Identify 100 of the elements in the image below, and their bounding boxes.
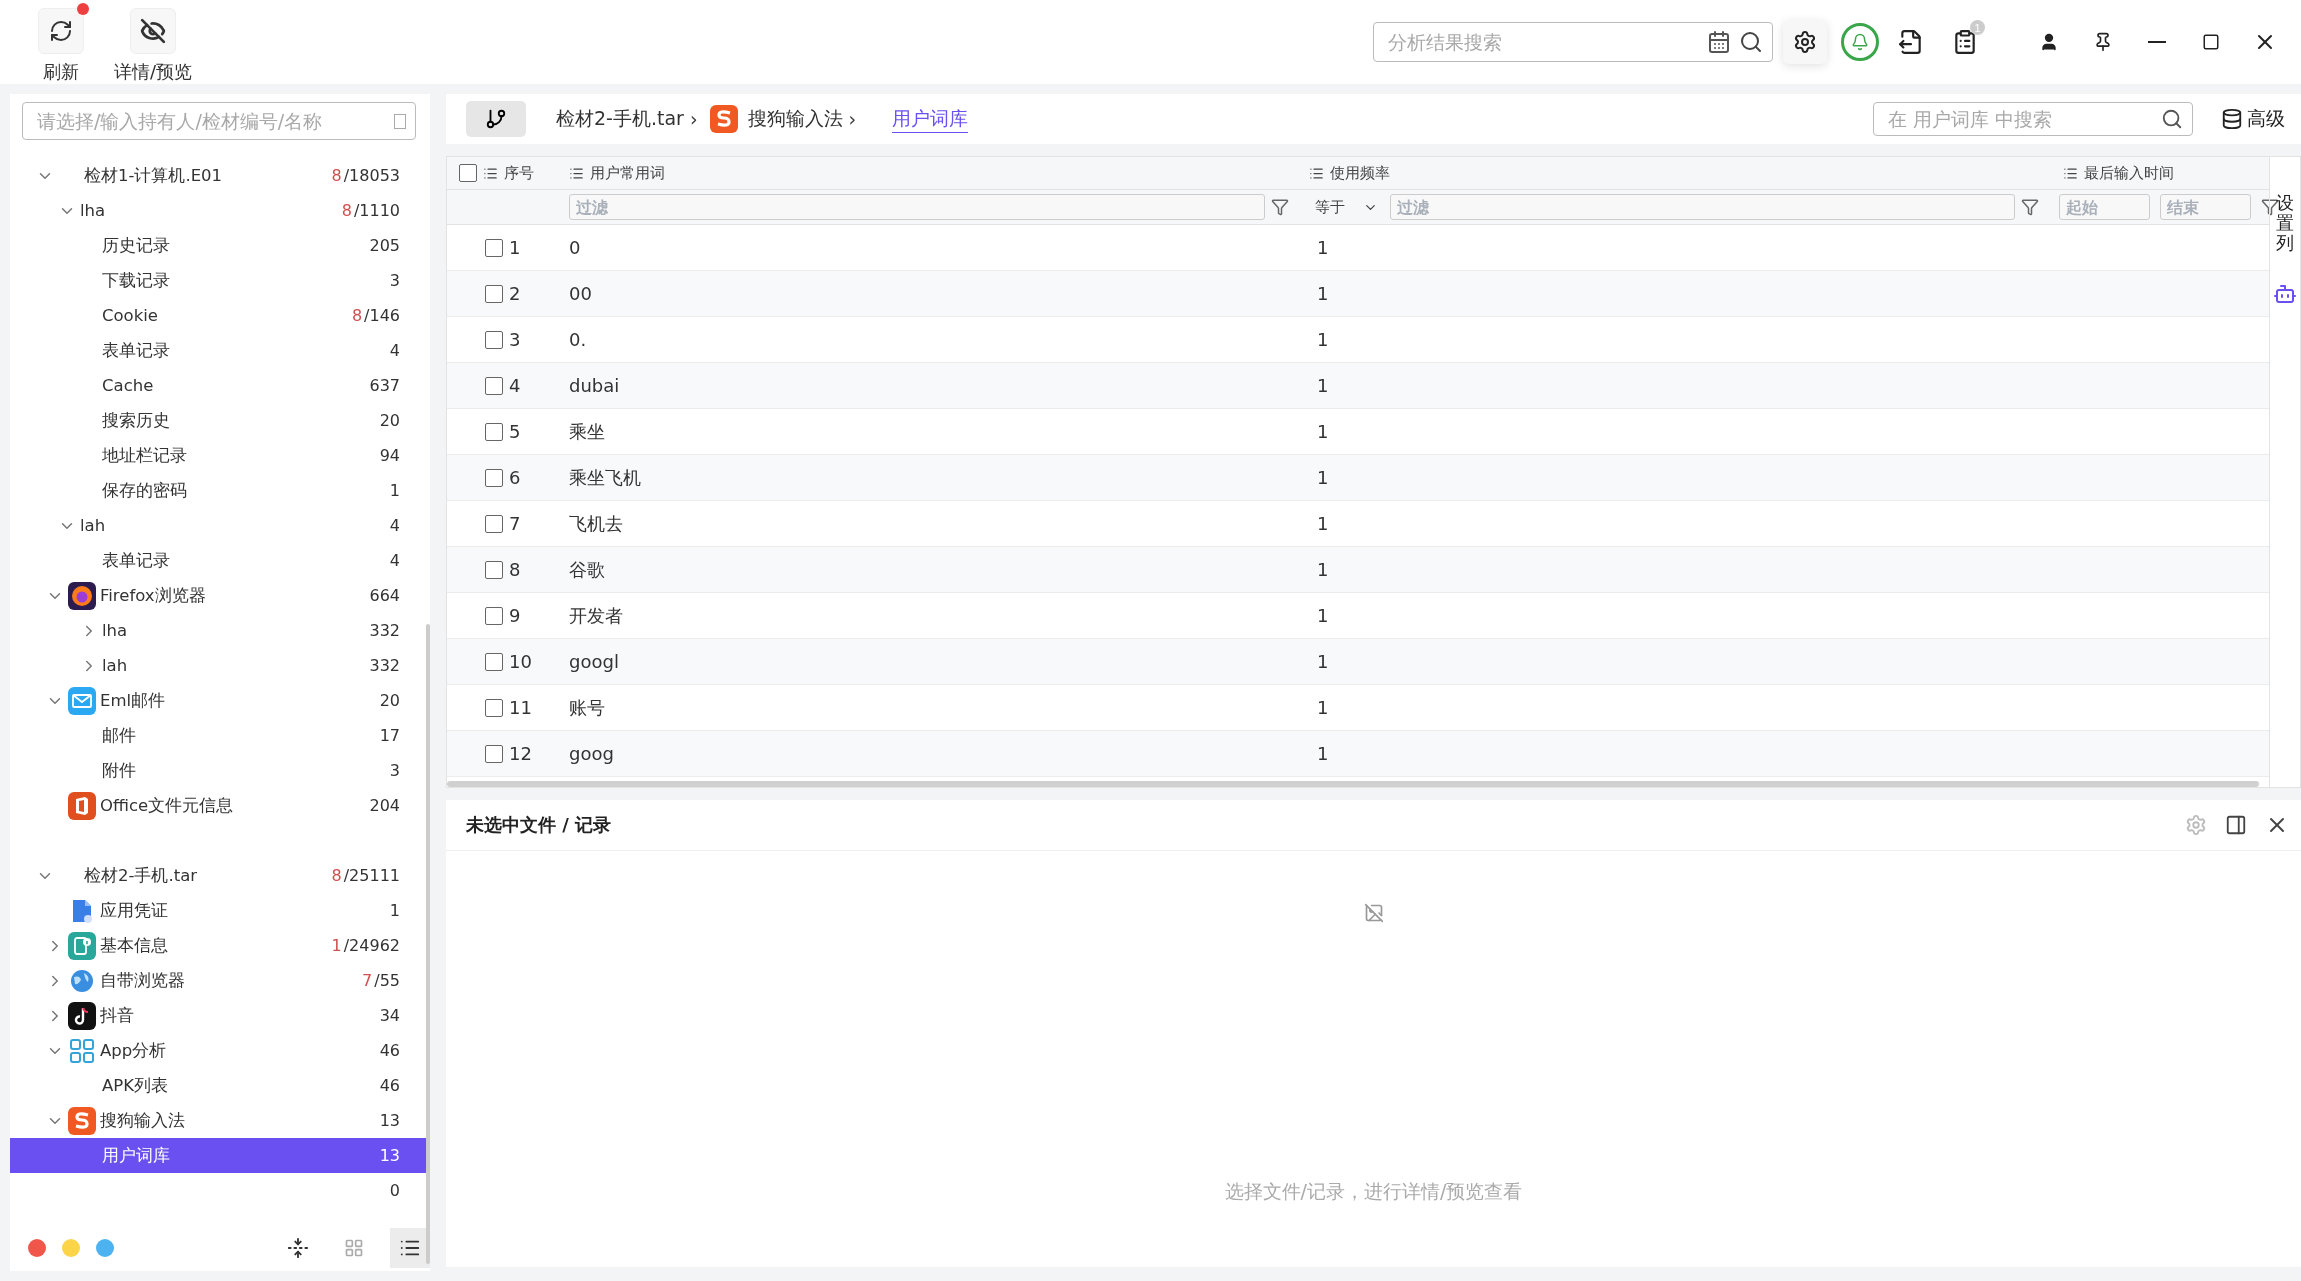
table-row[interactable]: 2 00 1 — [447, 271, 2269, 318]
operator-dropdown[interactable]: 等于 — [1309, 197, 1384, 217]
select-all-checkbox[interactable] — [459, 164, 477, 183]
item-count: 3 — [389, 271, 400, 290]
list-view-button[interactable] — [390, 1228, 430, 1268]
toolbar-button[interactable]: 详情/预览 — [106, 0, 201, 84]
end-field[interactable]: 结束 — [2160, 194, 2251, 221]
column-header[interactable]: 用户常用词 — [590, 163, 665, 183]
tree-item[interactable]: Office文件元信息 204 — [10, 788, 430, 823]
tree-item[interactable]: 地址栏记录 94 — [10, 438, 430, 473]
table-row[interactable]: 12 goog 1 — [447, 731, 2269, 778]
toolbar-button[interactable]: 刷新 — [30, 0, 92, 84]
bell-button[interactable] — [1841, 23, 1879, 61]
item-count: 3 — [389, 761, 400, 780]
filter-icon[interactable] — [2021, 198, 2039, 217]
table-row[interactable]: 6 乘坐飞机 1 — [447, 455, 2269, 502]
column-header[interactable]: 使用频率 — [1330, 163, 1390, 183]
item-count: /146 — [364, 306, 400, 325]
table-row[interactable]: 4 dubai 1 — [447, 363, 2269, 410]
row-checkbox[interactable] — [485, 284, 503, 303]
filter-icon[interactable] — [1271, 198, 1289, 217]
row-checkbox[interactable] — [485, 606, 503, 625]
breadcrumb-link[interactable]: 搜狗输入法 — [747, 106, 843, 132]
tree-label: 历史记录 — [102, 234, 171, 257]
theme-dot[interactable] — [62, 1239, 80, 1257]
row-checkbox[interactable] — [485, 376, 503, 395]
row-checkbox[interactable] — [485, 514, 503, 533]
item-count: 20 — [379, 691, 400, 710]
calendar-icon[interactable] — [1707, 30, 1731, 54]
tree-item[interactable]: 检材2-手机.tar 8/25111 — [10, 858, 430, 893]
tree-item[interactable]: App分析 46 — [10, 1033, 430, 1068]
table-cell: goog — [569, 743, 614, 765]
start-field[interactable]: 起始 — [2059, 194, 2150, 221]
scrollbar[interactable] — [426, 624, 430, 1264]
tree-label: lah — [80, 516, 107, 535]
search-field[interactable]: 请选择/输入持有人/检材编号/名称 — [22, 102, 416, 140]
row-checkbox[interactable] — [485, 468, 503, 487]
tree-item[interactable]: lah 4 — [10, 508, 430, 543]
tree-item[interactable]: Firefox浏览器 664 — [10, 578, 430, 613]
column-header[interactable]: 序号 — [504, 163, 534, 183]
table-cell: 1 — [1317, 697, 1329, 719]
tree-item[interactable]: 历史记录 205 — [10, 228, 430, 263]
tree-item[interactable]: Eml邮件 20 — [10, 683, 430, 718]
user-icon — [2039, 32, 2059, 52]
table-cell: 6 — [509, 467, 521, 489]
search-icon[interactable] — [1739, 30, 1763, 54]
theme-dot[interactable] — [28, 1239, 46, 1257]
tree-item[interactable]: Cache 637 — [10, 368, 430, 403]
tree-item[interactable]: 抖音 34 — [10, 998, 430, 1033]
advanced-button[interactable]: 高级 — [2215, 105, 2291, 133]
breadcrumb-link[interactable]: 检材2-手机.tar — [556, 106, 684, 132]
item-count: 1 — [389, 901, 400, 920]
tree-item[interactable]: 应用凭证 1 — [10, 893, 430, 928]
tree-item[interactable]: 自带浏览器 7/55 — [10, 963, 430, 998]
tree-item[interactable]: 下载记录 3 — [10, 263, 430, 298]
column-settings-button[interactable]: 设置列 — [2276, 193, 2294, 253]
table-row[interactable]: 10 googl 1 — [447, 639, 2269, 686]
broken-image-icon — [1363, 903, 1384, 923]
tree-item[interactable]: APK列表 46 — [10, 1068, 430, 1103]
maximize-icon — [2202, 33, 2220, 51]
search-field[interactable]: 分析结果搜索 — [1373, 22, 1773, 62]
search-icon[interactable] — [2161, 108, 2183, 130]
tree-item[interactable]: 表单记录 4 — [10, 543, 430, 578]
tree-item[interactable]: 邮件 17 — [10, 718, 430, 753]
item-count: 664 — [369, 586, 400, 605]
row-checkbox[interactable] — [485, 652, 503, 671]
swoosh-icon — [709, 105, 738, 133]
filter-field[interactable]: 过滤 — [1390, 194, 2015, 221]
tree-item[interactable]: 检材1-计算机.E01 8/18053 — [10, 158, 430, 193]
tree-item[interactable]: lah 332 — [10, 648, 430, 683]
tree-item[interactable]: 搜索历史 20 — [10, 403, 430, 438]
table-row[interactable]: 8 谷歌 1 — [447, 547, 2269, 594]
row-checkbox[interactable] — [485, 422, 503, 441]
breadcrumb-current[interactable]: 用户词库 — [892, 105, 969, 133]
row-checkbox[interactable] — [485, 238, 503, 257]
table-cell: 1 — [1317, 467, 1329, 489]
tree-item[interactable]: 保存的密码 1 — [10, 473, 430, 508]
branch-button[interactable] — [466, 101, 526, 137]
row-checkbox[interactable] — [485, 560, 503, 579]
row-checkbox[interactable] — [485, 330, 503, 349]
settings-button[interactable] — [1783, 20, 1827, 64]
tree-item[interactable]: 基本信息 1/24962 — [10, 928, 430, 963]
tree-item[interactable]: 搜狗输入法 13 — [10, 1103, 430, 1138]
list-icon — [2063, 165, 2078, 181]
tree-item[interactable]: 表单记录 4 — [10, 333, 430, 368]
column-header[interactable]: 最后输入时间 — [2084, 163, 2174, 183]
tree-item[interactable]: lha 332 — [10, 613, 430, 648]
row-checkbox[interactable] — [485, 698, 503, 717]
table-cell: 1 — [1317, 421, 1329, 443]
tree-item[interactable]: lha 8/1110 — [10, 193, 430, 228]
row-checkbox[interactable] — [485, 744, 503, 763]
hit-count: 8 — [331, 166, 342, 185]
search-field[interactable]: 在 用户词库 中搜索 — [1873, 102, 2193, 136]
tree-item[interactable]: Cookie 8/146 — [10, 298, 430, 333]
split-panel-icon[interactable] — [2225, 814, 2247, 836]
filter-field[interactable]: 过滤 — [569, 194, 1265, 221]
theme-dot[interactable] — [96, 1239, 114, 1257]
tree-item[interactable]: 附件 3 — [10, 753, 430, 788]
tree-item[interactable]: 0 — [10, 1173, 430, 1208]
scrollbar[interactable] — [447, 781, 2259, 787]
